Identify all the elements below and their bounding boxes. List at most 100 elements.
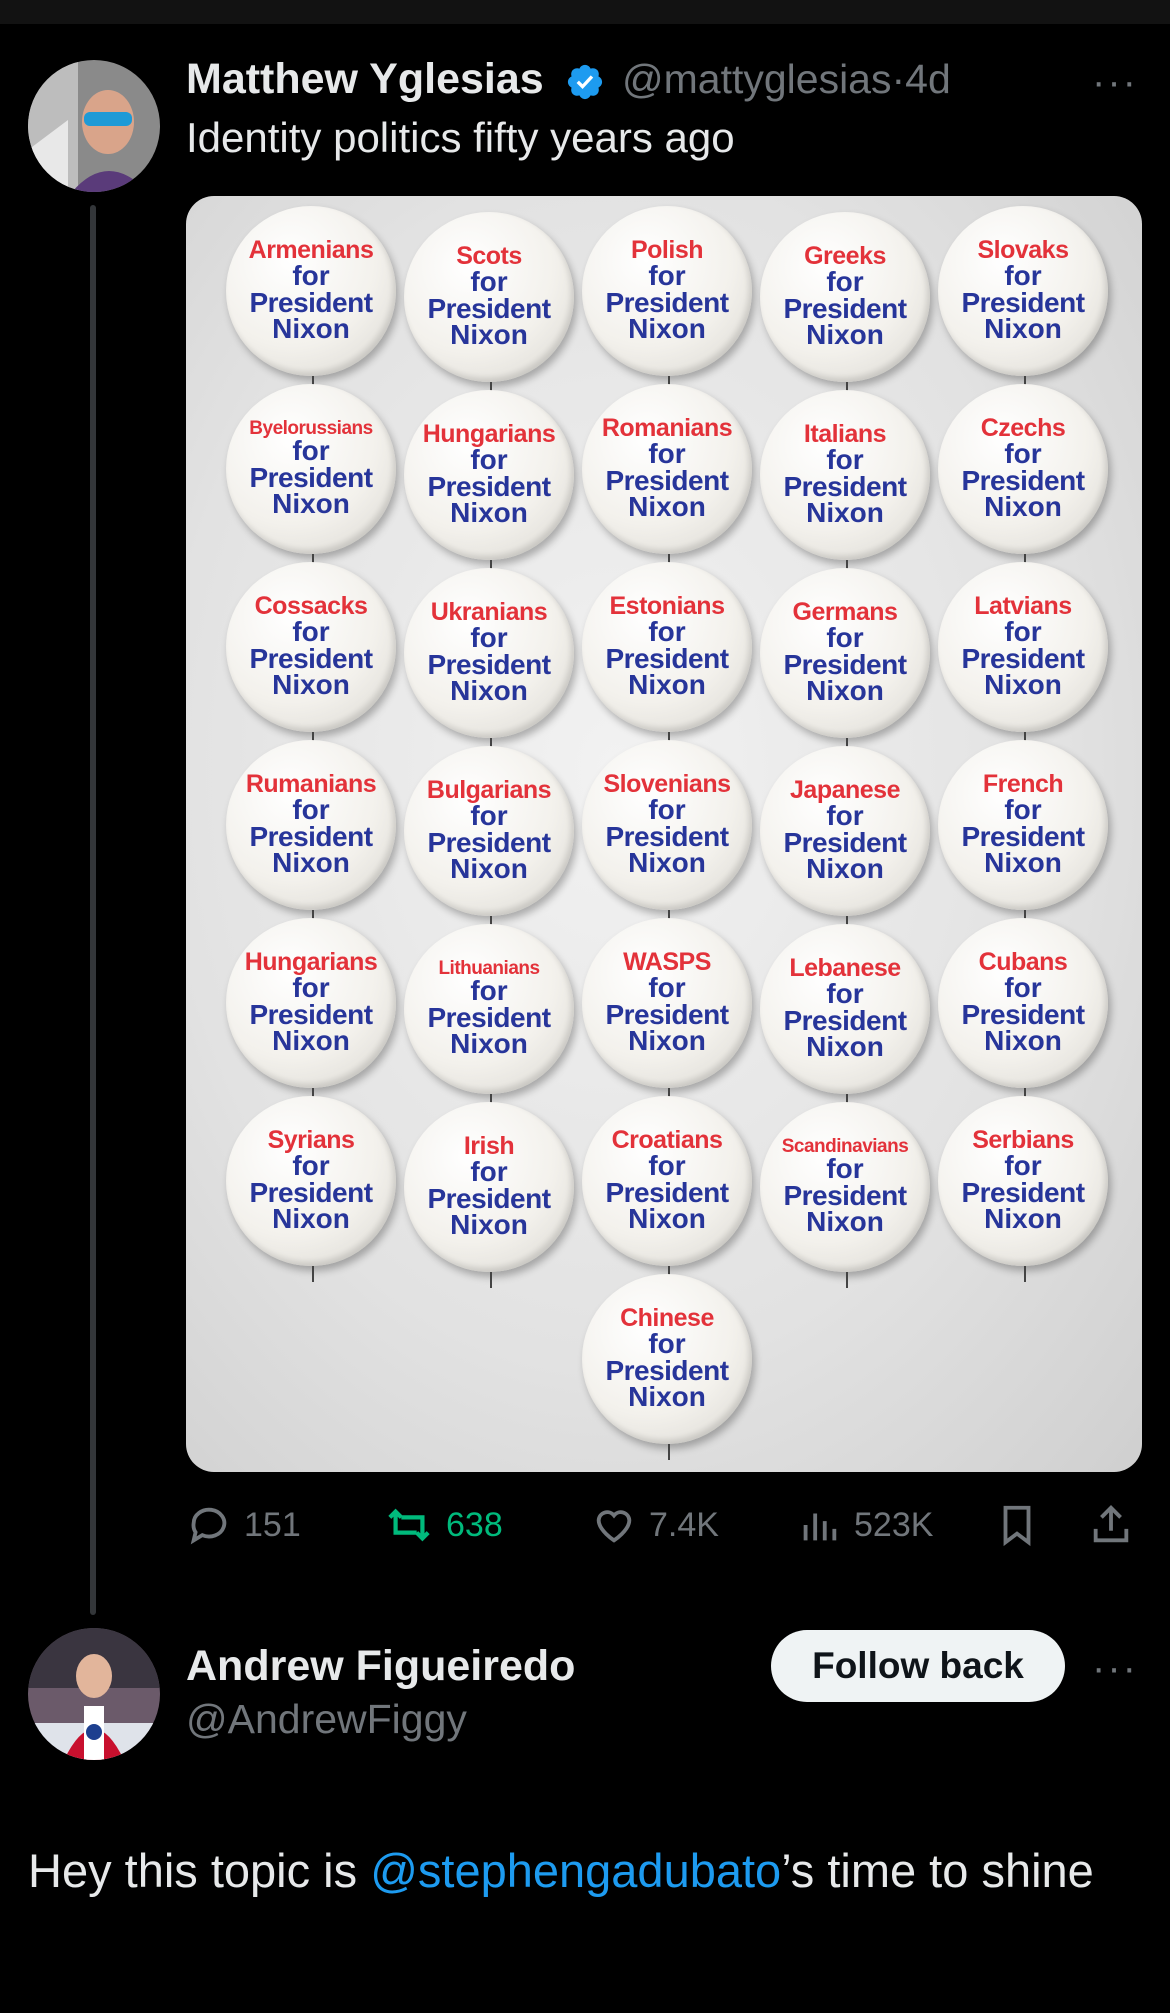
reply-author-avatar[interactable]: [28, 1628, 160, 1760]
author-name[interactable]: Matthew Yglesias: [186, 55, 544, 104]
campaign-button: Estonians for President Nixon: [582, 562, 752, 748]
campaign-button: Japanese for President Nixon: [760, 746, 930, 932]
button-president: President: [961, 820, 1085, 852]
button-president: President: [783, 1004, 907, 1036]
button-nixon: Nixon: [628, 1203, 706, 1235]
button-for: for: [470, 265, 508, 297]
campaign-button: Cubans for President Nixon: [938, 918, 1108, 1104]
button-for: for: [470, 621, 508, 653]
author-avatar[interactable]: [28, 60, 160, 192]
repost-icon: [388, 1508, 430, 1542]
button-for: for: [292, 615, 330, 647]
button-nixon: Nixon: [450, 497, 528, 529]
button-nixon: Nixon: [984, 669, 1062, 701]
reply-count: 151: [244, 1505, 301, 1544]
button-nixon: Nixon: [450, 1028, 528, 1060]
more-options-icon[interactable]: ···: [1092, 62, 1138, 102]
button-for: for: [648, 793, 686, 825]
button-for: for: [292, 435, 330, 467]
campaign-button: Ukranians for President Nixon: [404, 568, 574, 754]
button-for: for: [826, 1153, 864, 1185]
thread-line: [90, 205, 96, 1615]
campaign-button: Rumanians for President Nixon: [226, 740, 396, 926]
follow-back-button[interactable]: Follow back: [771, 1630, 1065, 1702]
tweet-text: Identity politics fifty years ago: [186, 114, 735, 161]
button-president: President: [961, 998, 1085, 1030]
campaign-button: Czechs for President Nixon: [938, 384, 1108, 570]
button-for: for: [470, 443, 508, 475]
campaign-button: Syrians for President Nixon: [226, 1096, 396, 1282]
tweet-time[interactable]: 4d: [905, 56, 951, 102]
views-button[interactable]: 523K: [796, 1500, 933, 1550]
reply-button[interactable]: 151: [186, 1500, 301, 1550]
button-president: President: [249, 1176, 373, 1208]
button-president: President: [605, 1176, 729, 1208]
button-president: President: [249, 286, 373, 318]
button-for: for: [648, 615, 686, 647]
button-nixon: Nixon: [628, 1381, 706, 1413]
view-count: 523K: [854, 1505, 934, 1544]
share-icon: [1093, 1505, 1129, 1543]
mention-link[interactable]: @stephengadubato: [370, 1844, 781, 1897]
button-president: President: [249, 820, 373, 852]
button-president: President: [427, 470, 551, 502]
author-handle[interactable]: @mattyglesias·4d: [622, 56, 951, 103]
button-nixon: Nixon: [628, 1025, 706, 1057]
like-button[interactable]: 7.4K: [591, 1500, 719, 1550]
button-president: President: [427, 648, 551, 680]
campaign-button: Greeks for President Nixon: [760, 212, 930, 398]
campaign-button: Germans for President Nixon: [760, 568, 930, 754]
campaign-button: Armenians for President Nixon: [226, 206, 396, 392]
button-nixon: Nixon: [806, 319, 884, 351]
campaign-button: Scots for President Nixon: [404, 212, 574, 398]
button-president: President: [605, 820, 729, 852]
button-nixon: Nixon: [272, 847, 350, 879]
button-nixon: Nixon: [272, 669, 350, 701]
button-nixon: Nixon: [806, 853, 884, 885]
button-president: President: [427, 292, 551, 324]
button-president: President: [249, 642, 373, 674]
campaign-button: Romanians for President Nixon: [582, 384, 752, 570]
reply-text-part: Hey this topic is: [28, 1844, 371, 1897]
button-president: President: [605, 642, 729, 674]
bookmark-button[interactable]: [994, 1500, 1052, 1550]
button-nixon: Nixon: [628, 847, 706, 879]
button-for: for: [470, 975, 508, 1007]
like-count: 7.4K: [649, 1505, 719, 1544]
campaign-button: WASPS for President Nixon: [582, 918, 752, 1104]
button-president: President: [605, 464, 729, 496]
share-button[interactable]: [1088, 1500, 1146, 1550]
campaign-button: Slovaks for President Nixon: [938, 206, 1108, 392]
campaign-buttons-grid: Armenians for President Nixon Scots for Presid…: [186, 196, 1142, 1472]
campaign-button: French for President Nixon: [938, 740, 1108, 926]
button-for: for: [826, 265, 864, 297]
button-nixon: Nixon: [628, 669, 706, 701]
repost-button[interactable]: 638: [384, 1500, 503, 1550]
campaign-button: Chinese for President Nixon: [582, 1274, 752, 1460]
button-for: for: [1004, 1149, 1042, 1181]
tweet-media-image[interactable]: Armenians for President Nixon Scots for Presid…: [186, 196, 1142, 1472]
button-for: for: [1004, 615, 1042, 647]
button-president: President: [961, 286, 1085, 318]
reply-author-name[interactable]: Andrew Figueiredo: [186, 1642, 575, 1691]
button-for: for: [1004, 437, 1042, 469]
button-president: President: [783, 826, 907, 858]
button-for: for: [292, 259, 330, 291]
status-bar: [0, 0, 1170, 24]
reply-more-options-icon[interactable]: ···: [1092, 1648, 1138, 1688]
button-president: President: [783, 470, 907, 502]
button-for: for: [648, 1149, 686, 1181]
button-nixon: Nixon: [806, 1031, 884, 1063]
button-nixon: Nixon: [450, 1209, 528, 1241]
avatar-photo: [28, 1628, 160, 1760]
button-for: for: [1004, 259, 1042, 291]
separator: ·: [891, 56, 906, 102]
button-for: for: [470, 1155, 508, 1187]
button-president: President: [249, 998, 373, 1030]
button-nixon: Nixon: [984, 1025, 1062, 1057]
reply-author-handle[interactable]: @AndrewFiggy: [186, 1696, 467, 1743]
reply-text: Hey this topic is @stephengadubato’s tim…: [28, 1836, 1138, 1906]
button-nixon: Nixon: [806, 675, 884, 707]
avatar-photo: [28, 60, 160, 192]
button-president: President: [249, 461, 373, 493]
